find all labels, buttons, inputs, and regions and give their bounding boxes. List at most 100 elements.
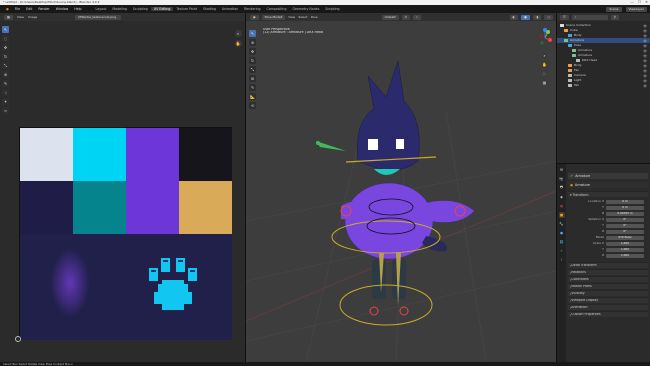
tab-geometry-nodes[interactable]: Geometry Nodes bbox=[289, 7, 322, 11]
shading-material-icon[interactable]: ◑ bbox=[532, 14, 542, 20]
eye-icon[interactable]: 👁 bbox=[643, 44, 647, 48]
property-value-field[interactable]: 0° bbox=[606, 223, 644, 228]
collapsed-panel[interactable]: › Delta Transform bbox=[568, 262, 648, 268]
viewport-menu-view[interactable]: View bbox=[288, 16, 295, 19]
bone-tab-icon[interactable]: ⌇ bbox=[559, 257, 565, 263]
menu-window[interactable]: Window bbox=[53, 7, 72, 11]
collapsed-panel[interactable]: › Viewport Display bbox=[568, 297, 648, 303]
shading-rendered-icon[interactable]: ○ bbox=[544, 14, 553, 20]
world-tab-icon[interactable]: ◍ bbox=[559, 203, 565, 209]
orientation-selector[interactable]: Global ▾ bbox=[381, 14, 399, 20]
outliner-search[interactable]: ⌕ bbox=[571, 14, 608, 20]
zoom-icon[interactable]: ⌕ bbox=[234, 30, 242, 37]
collapsed-panel[interactable]: › Relations bbox=[568, 269, 648, 275]
outliner[interactable]: ☰ ⌕ ⚲ Scene Collection 👁 Cube 👁 Body 👁 Armatur… bbox=[557, 13, 650, 163]
transform-panel-header[interactable]: ▾ Transform bbox=[568, 191, 648, 197]
select-circle-icon[interactable]: ◌ bbox=[2, 35, 9, 42]
editor-type-button[interactable]: ▦ bbox=[4, 14, 13, 20]
uv-menu-view[interactable]: View bbox=[17, 16, 24, 19]
properties-editor[interactable]: ⚒ 📷 🖶 ◈ ◍ ■ 🔧 ● ⛓ ⚡ ⌇ ☍ Armature ▣ Armat… bbox=[557, 164, 650, 362]
pinch-tool-icon[interactable]: ✦ bbox=[2, 98, 9, 105]
uv-editor[interactable]: ▦ View Image Mitterbe_texturecolo.png ↖ … bbox=[0, 13, 245, 362]
tab-shading[interactable]: Shading bbox=[200, 7, 219, 11]
eye-icon[interactable]: 👁 bbox=[643, 69, 647, 73]
eye-icon[interactable]: 👁 bbox=[643, 49, 647, 53]
viewport-menu-pose[interactable]: Pose bbox=[311, 16, 318, 19]
data-name-field[interactable]: ▣ Armature bbox=[568, 182, 648, 188]
eye-icon[interactable]: 👁 bbox=[643, 74, 647, 78]
filter-icon[interactable]: ⚲ bbox=[610, 14, 619, 20]
relax-tool-icon[interactable]: ≈ bbox=[2, 107, 9, 114]
editor-type-button[interactable]: ◉ bbox=[250, 14, 259, 20]
shading-solid-icon[interactable]: ● bbox=[521, 14, 530, 20]
overlay-icon[interactable]: ◐ bbox=[509, 14, 519, 20]
eye-icon[interactable]: 👁 bbox=[643, 24, 647, 28]
snap-icon[interactable]: ⌖ bbox=[413, 14, 421, 20]
render-tab-icon[interactable]: 📷 bbox=[559, 176, 565, 182]
annotate-tool-icon[interactable]: ✎ bbox=[2, 80, 9, 87]
tab-scripting[interactable]: Scripting bbox=[322, 7, 342, 11]
tab-rendering[interactable]: Rendering bbox=[241, 7, 263, 11]
collapsed-panel[interactable]: › Visibility bbox=[568, 290, 648, 296]
eye-icon[interactable]: 👁 bbox=[643, 59, 647, 63]
collapsed-panel[interactable]: › Motion Paths bbox=[568, 283, 648, 289]
mode-selector[interactable]: Pose Mode ▾ bbox=[261, 14, 286, 20]
collapsed-panel[interactable]: › Collections bbox=[568, 276, 648, 282]
property-value-field[interactable]: 0° bbox=[606, 217, 644, 222]
view-layer-selector[interactable]: ViewLayer bbox=[625, 6, 647, 12]
scale-tool-icon[interactable]: ⤡ bbox=[2, 62, 9, 69]
property-value-field[interactable]: XYZ Euler bbox=[606, 235, 644, 240]
tab-layout[interactable]: Layout bbox=[93, 7, 110, 11]
tab-texture-paint[interactable]: Texture Paint bbox=[173, 7, 200, 11]
object-tab-icon[interactable]: ■ bbox=[558, 212, 565, 218]
property-value-field[interactable]: 1.000 bbox=[606, 253, 644, 258]
collapsed-panel[interactable]: › Custom Properties bbox=[568, 311, 648, 317]
cursor-tool-icon[interactable]: ↖ bbox=[2, 26, 9, 33]
menu-help[interactable]: Help bbox=[71, 7, 84, 11]
eye-icon[interactable]: 👁 bbox=[643, 29, 647, 33]
eye-icon[interactable]: 👁 bbox=[643, 54, 647, 58]
editor-type-button[interactable]: ☰ bbox=[560, 14, 569, 20]
viewport-menu-select[interactable]: Select bbox=[298, 16, 307, 19]
output-tab-icon[interactable]: 🖶 bbox=[559, 185, 565, 191]
tool-tab-icon[interactable]: ⚒ bbox=[559, 167, 565, 173]
rotate-tool-icon[interactable]: ↻ bbox=[2, 53, 9, 60]
outliner-row[interactable]: Tail 👁 bbox=[557, 83, 650, 88]
3d-viewport[interactable]: ◉ Pose Mode ▾ View Select Pose Global ▾ … bbox=[246, 13, 556, 362]
property-value-field[interactable]: 1.000 bbox=[606, 247, 644, 252]
property-value-field[interactable]: 0 m bbox=[606, 199, 644, 204]
menu-render[interactable]: Render bbox=[35, 7, 52, 11]
blender-logo-icon[interactable]: ● bbox=[3, 7, 12, 11]
tab-modeling[interactable]: Modeling bbox=[109, 7, 130, 11]
pivot-icon[interactable]: ⊙ bbox=[401, 14, 411, 20]
collapsed-panel[interactable]: › Animation bbox=[568, 304, 648, 310]
eye-icon[interactable]: 👁 bbox=[643, 34, 647, 38]
tab-animation[interactable]: Animation bbox=[219, 7, 241, 11]
object-name-field[interactable]: ☍ Armature bbox=[568, 173, 648, 179]
data-tab-icon[interactable]: ⚡ bbox=[559, 248, 565, 254]
menu-file[interactable]: File bbox=[12, 7, 23, 11]
scene-tab-icon[interactable]: ◈ bbox=[559, 194, 565, 200]
grab-tool-icon[interactable]: ☜ bbox=[2, 89, 9, 96]
tab-sculpting[interactable]: Sculpting bbox=[130, 7, 151, 11]
property-value-field[interactable]: 0.00765 m bbox=[606, 211, 644, 216]
transform-tool-icon[interactable]: ⊕ bbox=[2, 71, 9, 78]
scene-selector[interactable]: Scene bbox=[606, 6, 622, 12]
physics-tab-icon[interactable]: ● bbox=[559, 230, 565, 236]
tab-uv-editing[interactable]: UV Editing bbox=[150, 7, 174, 11]
modifier-tab-icon[interactable]: 🔧 bbox=[559, 221, 565, 227]
uv-menu-image[interactable]: Image bbox=[28, 16, 37, 19]
eye-icon[interactable]: 👁 bbox=[643, 84, 647, 88]
eye-icon[interactable]: 👁 bbox=[643, 64, 647, 68]
pan-hand-icon[interactable]: ✋ bbox=[234, 40, 242, 47]
image-selector[interactable]: Mitterbe_texturecolo.png bbox=[75, 14, 122, 20]
eye-icon[interactable]: 👁 bbox=[643, 39, 647, 43]
move-tool-icon[interactable]: ✥ bbox=[2, 44, 9, 51]
property-value-field[interactable]: 1.000 bbox=[606, 241, 644, 246]
menu-edit[interactable]: Edit bbox=[23, 7, 35, 11]
property-value-field[interactable]: 0° bbox=[606, 229, 644, 234]
eye-icon[interactable]: 👁 bbox=[643, 79, 647, 83]
property-value-field[interactable]: 0 m bbox=[606, 205, 644, 210]
constraint-tab-icon[interactable]: ⛓ bbox=[559, 239, 565, 245]
tab-compositing[interactable]: Compositing bbox=[264, 7, 290, 11]
